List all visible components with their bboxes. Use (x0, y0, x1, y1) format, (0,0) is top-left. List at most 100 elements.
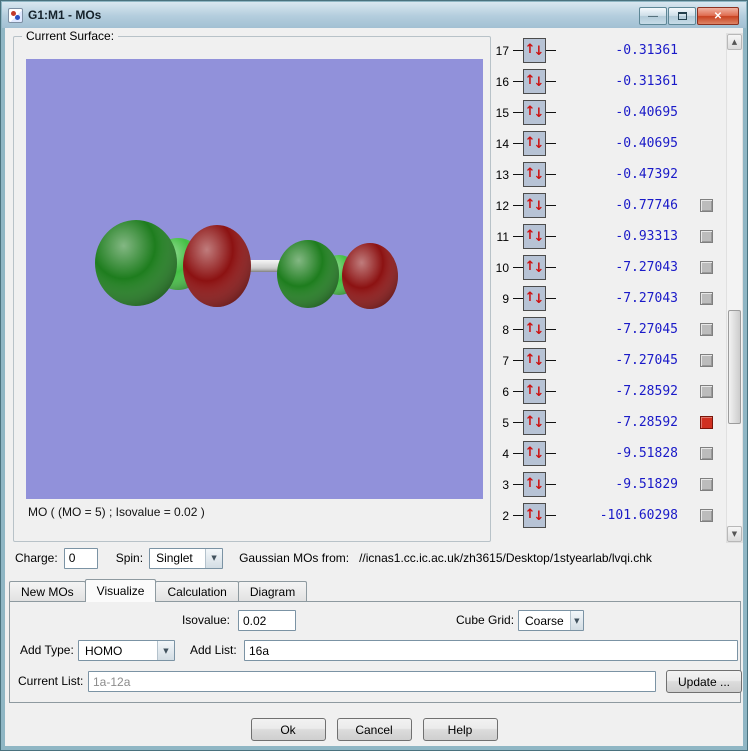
spin-down-arrow-icon: ↓ (533, 168, 545, 183)
mo-occupied-checkbox[interactable] (700, 292, 713, 305)
chevron-down-icon: ▼ (157, 641, 174, 660)
spin-down-arrow-icon: ↓ (533, 44, 545, 59)
mo-row[interactable]: 10 ↑ ↓ -7.27043 (491, 252, 725, 283)
spin-down-arrow-icon: ↓ (533, 261, 545, 276)
help-button[interactable]: Help (422, 718, 498, 741)
mo-row[interactable]: 17 ↑ ↓ -0.31361 (491, 35, 725, 66)
spin-down-arrow-icon: ↓ (533, 75, 545, 90)
add-list-label: Add List: (190, 643, 237, 657)
current-list-label: Current List: (18, 674, 84, 688)
spin-pair-icon: ↑ ↓ (523, 286, 546, 311)
mo-energy-level: ↑ ↓ (513, 100, 556, 125)
mo-energy-level: ↑ ↓ (513, 472, 556, 497)
close-button[interactable]: ✕ (697, 7, 739, 25)
mo-energy-level: ↑ ↓ (513, 379, 556, 404)
mo-energy: -0.77746 (615, 198, 678, 213)
mo-row[interactable]: 5 ↑ ↓ -7.28592 (491, 407, 725, 438)
add-type-dropdown[interactable]: HOMO ▼ (78, 640, 175, 661)
mo-list: 17 ↑ ↓ -0.31361 16 ↑ ↓ -0.31361 15 ↑ ↓ -… (491, 35, 725, 531)
mo-number: 7 (502, 353, 509, 368)
mo-number: 8 (502, 322, 509, 337)
mo-energy: -7.28592 (615, 415, 678, 430)
mo-row[interactable]: 16 ↑ ↓ -0.31361 (491, 66, 725, 97)
molecule-view[interactable] (26, 59, 483, 499)
mo-energy: -0.31361 (615, 74, 678, 89)
scrollbar-thumb[interactable] (728, 310, 741, 424)
level-line (546, 391, 556, 392)
tab-calculation[interactable]: Calculation (155, 581, 239, 601)
mo-occupied-checkbox[interactable] (700, 509, 713, 522)
current-surface-group: Current Surface: MO ((MO = 5) ; Isovalu… (13, 29, 491, 542)
mo-row[interactable]: 14 ↑ ↓ -0.40695 (491, 128, 725, 159)
mo-row[interactable]: 13 ↑ ↓ -0.47392 (491, 159, 725, 190)
spin-down-arrow-icon: ↓ (533, 354, 545, 369)
mo-energy: -0.31361 (615, 43, 678, 58)
mo-list-scrollbar[interactable]: ▲ ▼ (726, 33, 743, 543)
cube-grid-dropdown[interactable]: Coarse ▼ (518, 610, 584, 631)
mo-row[interactable]: 9 ↑ ↓ -7.27043 (491, 283, 725, 314)
spin-pair-icon: ↑ ↓ (523, 503, 546, 528)
level-line (513, 360, 523, 361)
mo-occupied-checkbox[interactable] (700, 261, 713, 274)
mo-number: 2 (502, 508, 509, 523)
mo-energy-level: ↑ ↓ (513, 317, 556, 342)
mo-occupied-checkbox[interactable] (700, 478, 713, 491)
tab-visualize[interactable]: Visualize (84, 579, 157, 602)
current-list-input[interactable] (88, 671, 656, 692)
mo-energy: -0.93313 (615, 229, 678, 244)
tab-label: Visualize (96, 584, 145, 598)
mo-occupied-checkbox[interactable] (700, 230, 713, 243)
cube-grid-label: Cube Grid: (456, 613, 515, 627)
level-line (546, 329, 556, 330)
charge-input[interactable] (63, 547, 98, 569)
level-line (513, 143, 523, 144)
spin-pair-icon: ↑ ↓ (523, 441, 546, 466)
mo-occupied-checkbox[interactable] (700, 199, 713, 212)
mo-energy: -7.27043 (615, 260, 678, 275)
mo-row[interactable]: 6 ↑ ↓ -7.28592 (491, 376, 725, 407)
mo-energy-level: ↑ ↓ (513, 286, 556, 311)
minimize-button[interactable]: — (639, 7, 667, 25)
scroll-up-button[interactable]: ▲ (727, 34, 742, 50)
charge-label: Charge: (15, 551, 58, 565)
level-line (546, 143, 556, 144)
level-line (546, 298, 556, 299)
mo-occupied-checkbox[interactable] (700, 416, 713, 429)
level-line (546, 360, 556, 361)
tab-diagram[interactable]: Diagram (237, 581, 308, 601)
level-line (513, 50, 523, 51)
level-line (546, 422, 556, 423)
mo-row[interactable]: 7 ↑ ↓ -7.27045 (491, 345, 725, 376)
right-atom-orbitals (277, 240, 398, 309)
maximize-button[interactable] (668, 7, 696, 25)
mo-occupied-checkbox[interactable] (700, 354, 713, 367)
left-atom-orbitals (95, 220, 251, 307)
mo-row[interactable]: 3 ↑ ↓ -9.51829 (491, 469, 725, 500)
mo-row[interactable]: 4 ↑ ↓ -9.51828 (491, 438, 725, 469)
tab-new-mos[interactable]: New MOs (9, 581, 86, 601)
level-line (546, 515, 556, 516)
update-button[interactable]: Update ... (666, 670, 742, 693)
mo-energy-level: ↑ ↓ (513, 410, 556, 435)
scroll-down-button[interactable]: ▼ (727, 526, 742, 542)
mo-occupied-checkbox[interactable] (700, 447, 713, 460)
mo-energy: -0.40695 (615, 136, 678, 151)
mo-row[interactable]: 12 ↑ ↓ -0.77746 (491, 190, 725, 221)
spin-pair-icon: ↑ ↓ (523, 348, 546, 373)
mo-occupied-checkbox[interactable] (700, 385, 713, 398)
mo-row[interactable]: 11 ↑ ↓ -0.93313 (491, 221, 725, 252)
add-list-input[interactable] (244, 640, 738, 661)
spin-pair-icon: ↑ ↓ (523, 38, 546, 63)
spin-down-arrow-icon: ↓ (533, 447, 545, 462)
mo-row[interactable]: 2 ↑ ↓ -101.60298 (491, 500, 725, 531)
mo-row[interactable]: 15 ↑ ↓ -0.40695 (491, 97, 725, 128)
level-line (546, 453, 556, 454)
ok-button[interactable]: Ok (250, 718, 326, 741)
mo-row[interactable]: 8 ↑ ↓ -7.27045 (491, 314, 725, 345)
mo-number: 13 (495, 167, 509, 182)
cancel-button[interactable]: Cancel (336, 718, 412, 741)
tab-label: Calculation (167, 584, 227, 599)
mo-occupied-checkbox[interactable] (700, 323, 713, 336)
spin-dropdown[interactable]: Singlet ▼ (149, 547, 224, 569)
isovalue-input[interactable] (238, 610, 296, 631)
